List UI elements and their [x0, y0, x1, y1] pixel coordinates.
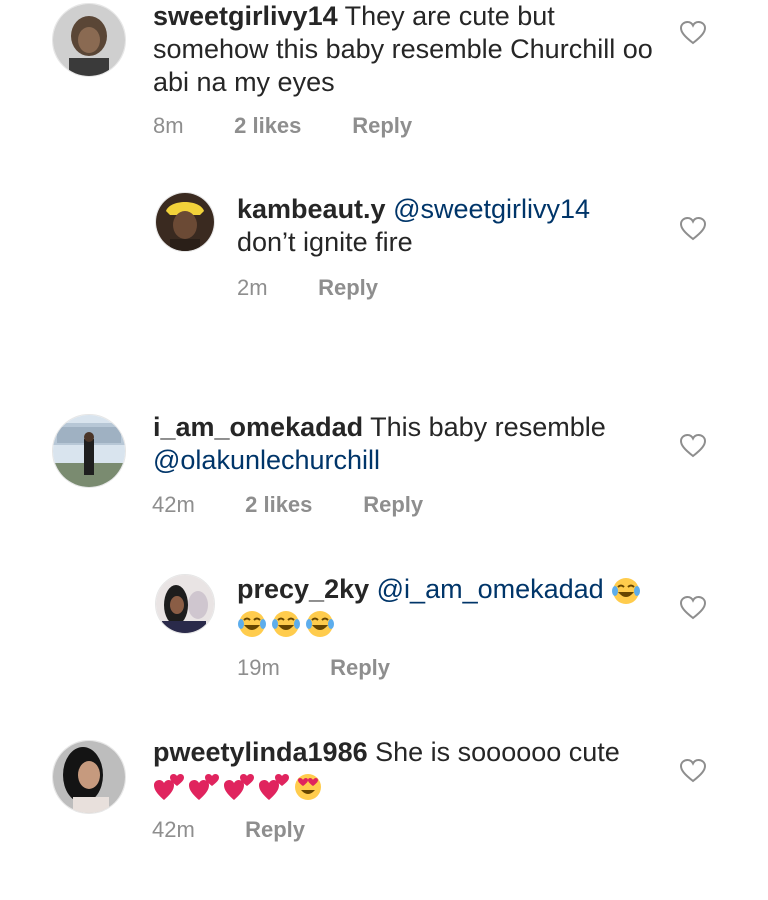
- reply-button[interactable]: Reply: [245, 817, 305, 843]
- comment-meta: 19m Reply: [237, 655, 390, 681]
- reply-button[interactable]: Reply: [330, 655, 390, 681]
- username[interactable]: pweetylinda1986: [153, 737, 368, 767]
- comment-body: i_am_omekadad This baby resemble @olakun…: [153, 411, 633, 477]
- reply-button[interactable]: Reply: [352, 113, 412, 139]
- comment-body: sweetgirlivy14 They are cute but somehow…: [153, 0, 653, 99]
- heart-outline-icon[interactable]: [680, 217, 706, 241]
- mention-link[interactable]: @i_am_omekadad: [377, 574, 604, 604]
- heart-outline-icon[interactable]: [680, 759, 706, 783]
- username[interactable]: kambeaut.y: [237, 194, 386, 224]
- comment-body: kambeaut.y @sweetgirlivy14 don’t ignite …: [237, 193, 647, 259]
- comment-meta: 2m Reply: [237, 275, 378, 301]
- face-with-tears-of-joy-emoji: [238, 610, 266, 637]
- face-with-tears-of-joy-emoji: [612, 577, 641, 604]
- timestamp: 42m: [152, 492, 195, 517]
- avatar[interactable]: [155, 192, 215, 252]
- mention-link[interactable]: @olakunlechurchill: [153, 445, 380, 475]
- two-hearts-emoji: [259, 773, 289, 800]
- face-with-tears-of-joy-emoji: [272, 610, 300, 637]
- comment-meta: 8m 2 likes Reply: [153, 113, 412, 139]
- comment-text: She is soooooo cute: [375, 737, 620, 767]
- reply-button[interactable]: Reply: [318, 275, 378, 301]
- comment-body: precy_2ky @i_am_omekadad: [237, 573, 657, 639]
- comment-meta: 42m 2 likes Reply: [152, 492, 423, 518]
- heart-outline-icon[interactable]: [680, 596, 706, 620]
- avatar[interactable]: [155, 574, 215, 634]
- comment-text: This baby resemble: [370, 412, 606, 442]
- two-hearts-emoji: [189, 773, 219, 800]
- avatar[interactable]: [52, 740, 126, 814]
- avatar[interactable]: [52, 3, 126, 77]
- avatar[interactable]: [52, 414, 126, 488]
- likes-count[interactable]: 2 likes: [245, 492, 357, 518]
- timestamp: 2m: [237, 275, 268, 300]
- two-hearts-emoji: [224, 773, 254, 800]
- reply-button[interactable]: Reply: [363, 492, 423, 518]
- smiling-face-with-heart-eyes-emoji: [295, 773, 321, 800]
- heart-outline-icon[interactable]: [680, 21, 706, 45]
- timestamp: 42m: [152, 817, 195, 842]
- username[interactable]: i_am_omekadad: [153, 412, 363, 442]
- comment-body: pweetylinda1986 She is soooooo cute: [153, 736, 653, 802]
- comment-meta: 42m Reply: [152, 817, 305, 843]
- heart-outline-icon[interactable]: [680, 434, 706, 458]
- timestamp: 8m: [153, 113, 184, 138]
- likes-count[interactable]: 2 likes: [234, 113, 346, 139]
- timestamp: 19m: [237, 655, 280, 680]
- two-hearts-emoji: [154, 773, 184, 800]
- username[interactable]: precy_2ky: [237, 574, 369, 604]
- face-with-tears-of-joy-emoji: [306, 610, 334, 637]
- mention-link[interactable]: @sweetgirlivy14: [393, 194, 590, 224]
- username[interactable]: sweetgirlivy14: [153, 1, 338, 31]
- comment-text: don’t ignite fire: [237, 227, 413, 257]
